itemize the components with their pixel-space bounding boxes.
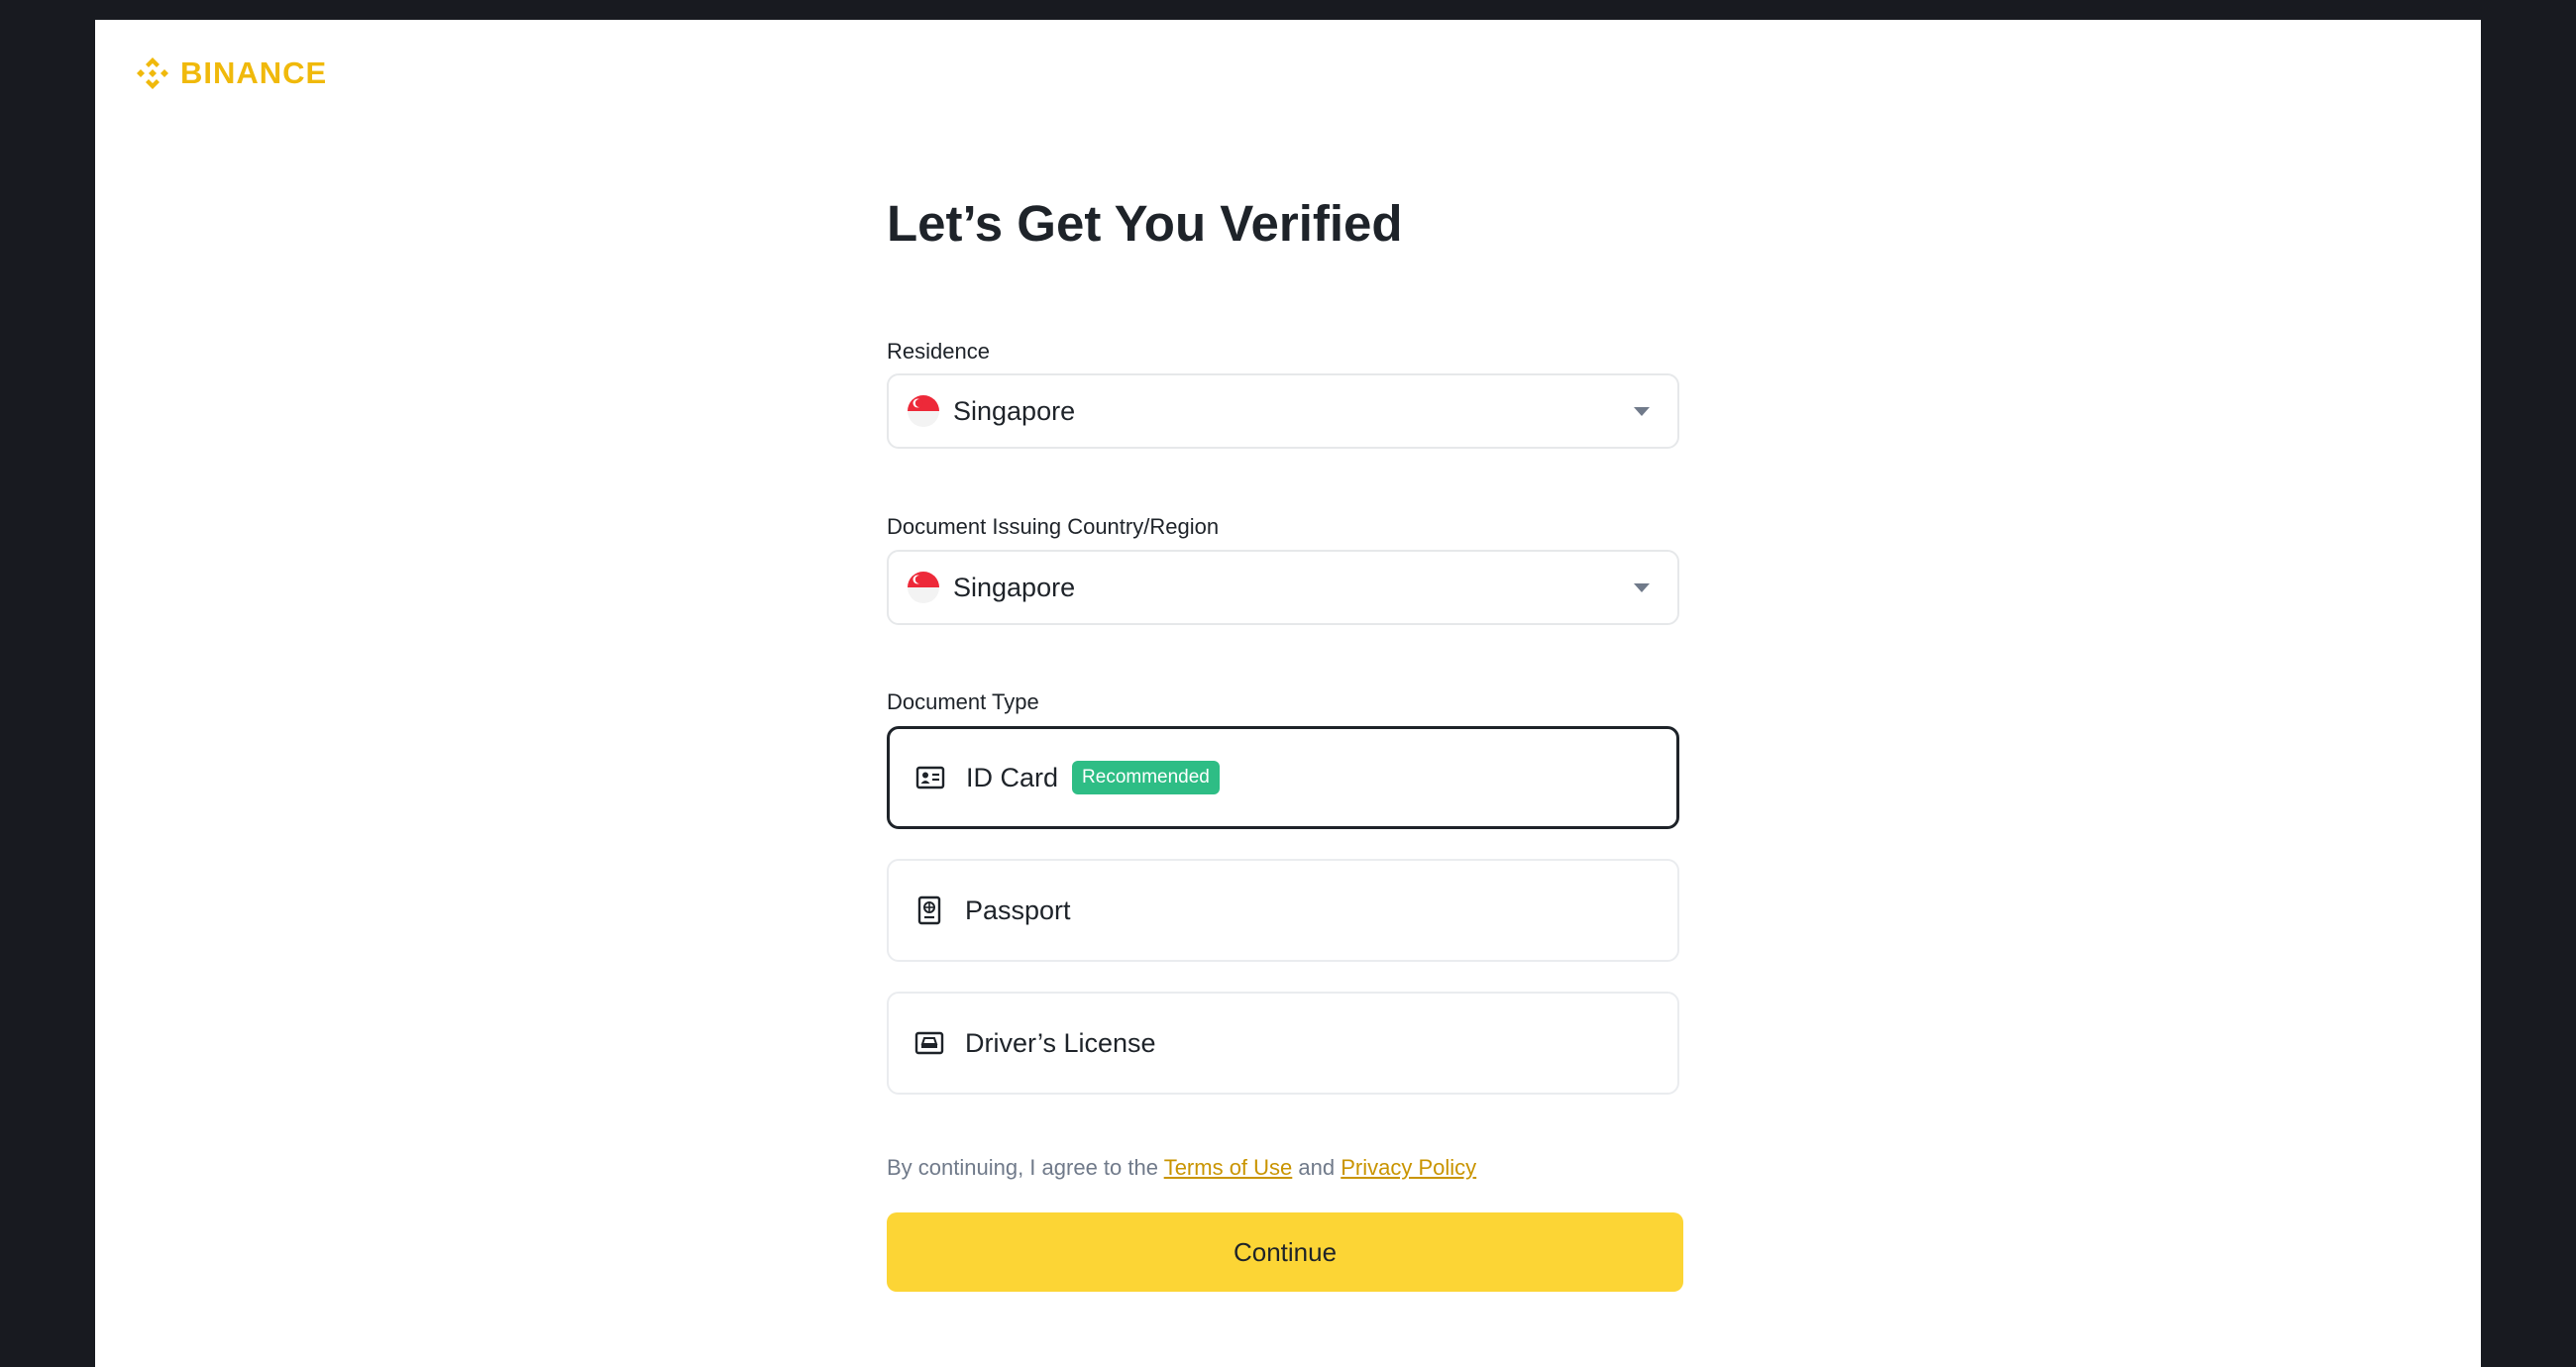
option-label: Passport bbox=[965, 894, 1071, 925]
option-drivers-license[interactable]: Driver’s License bbox=[887, 992, 1679, 1095]
chevron-down-icon bbox=[1634, 583, 1650, 592]
brand-name: BINANCE bbox=[180, 55, 328, 90]
binance-diamond-icon bbox=[137, 57, 168, 89]
terms-of-use-link[interactable]: Terms of Use bbox=[1164, 1155, 1293, 1180]
agreement-prefix: By continuing, I agree to the bbox=[887, 1155, 1158, 1180]
drivers-license-icon bbox=[914, 1031, 944, 1055]
continue-button[interactable]: Continue bbox=[887, 1212, 1683, 1292]
singapore-flag-icon bbox=[908, 572, 939, 603]
option-id-card[interactable]: ID Card Recommended bbox=[887, 726, 1679, 829]
chevron-down-icon bbox=[1634, 407, 1650, 416]
privacy-policy-link[interactable]: Privacy Policy bbox=[1341, 1155, 1476, 1180]
verification-page: BINANCE Let’s Get You Verified Residence… bbox=[95, 20, 2481, 1367]
option-label: Driver’s License bbox=[965, 1027, 1156, 1058]
residence-label: Residence bbox=[887, 339, 990, 364]
recommended-badge: Recommended bbox=[1072, 761, 1220, 794]
id-card-icon bbox=[915, 766, 945, 789]
issuing-country-label: Document Issuing Country/Region bbox=[887, 514, 1220, 539]
residence-select[interactable]: Singapore bbox=[887, 373, 1679, 449]
document-type-label: Document Type bbox=[887, 689, 1039, 714]
agreement-text: By continuing, I agree to the Terms of U… bbox=[887, 1155, 1476, 1181]
singapore-flag-icon bbox=[908, 395, 939, 427]
binance-logo[interactable]: BINANCE bbox=[133, 53, 327, 93]
agreement-and: and bbox=[1298, 1155, 1336, 1180]
passport-icon bbox=[917, 895, 941, 925]
option-passport[interactable]: Passport bbox=[887, 859, 1679, 962]
issuing-country-value: Singapore bbox=[953, 572, 1076, 602]
residence-value: Singapore bbox=[953, 395, 1076, 426]
issuing-country-select[interactable]: Singapore bbox=[887, 550, 1679, 625]
option-label: ID Card bbox=[966, 762, 1059, 792]
page-title: Let’s Get You Verified bbox=[887, 195, 1403, 252]
